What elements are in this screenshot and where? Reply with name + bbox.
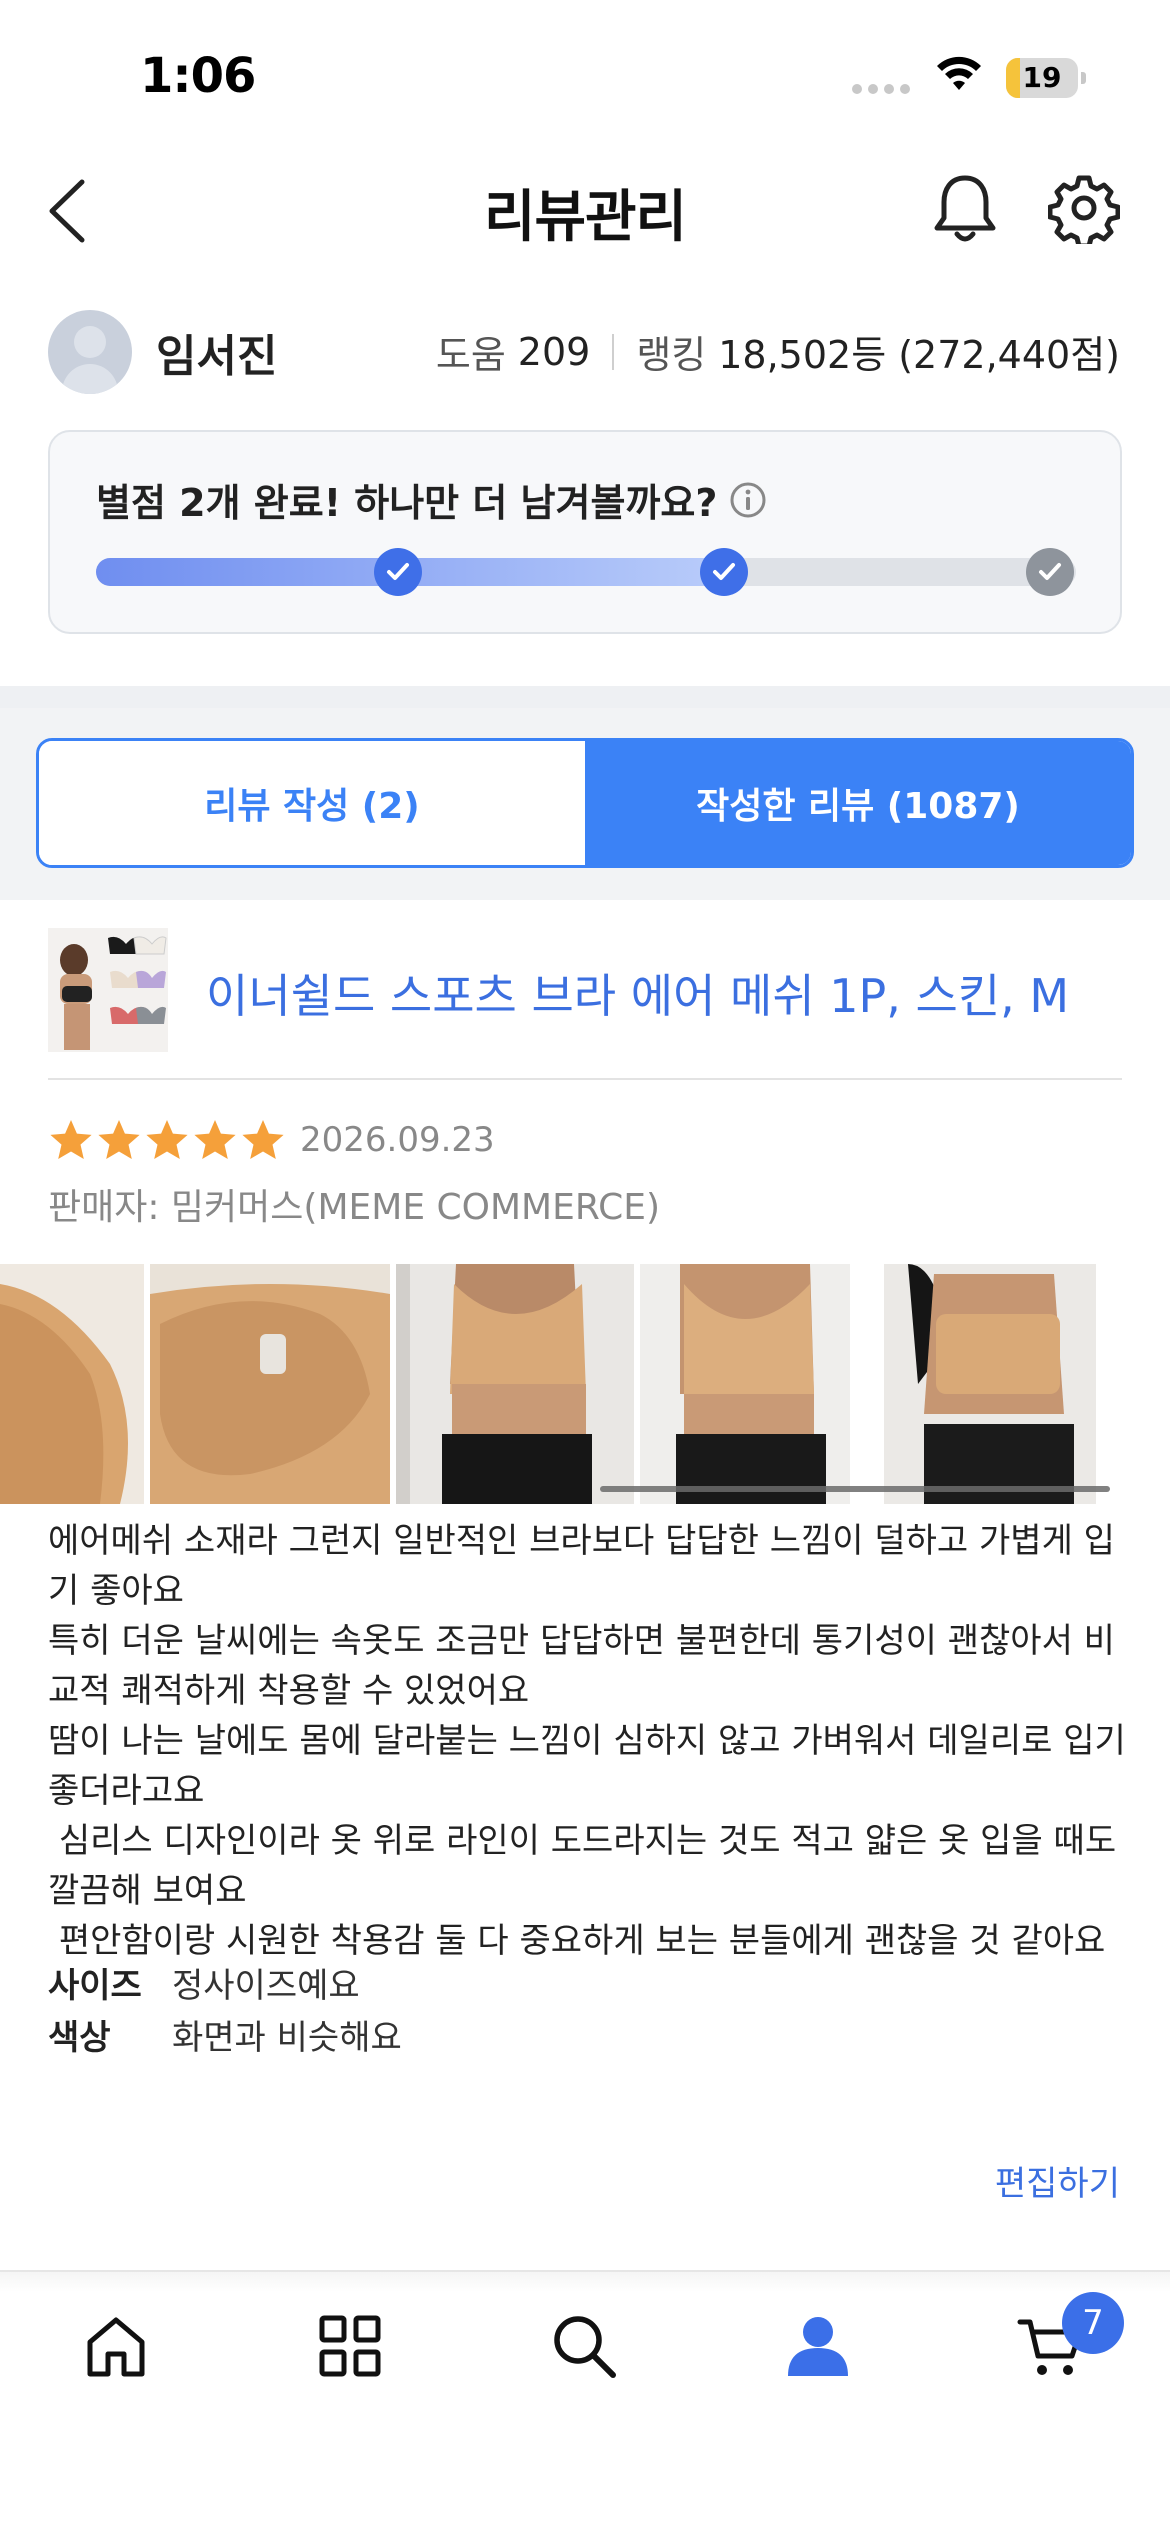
search-icon[interactable] [548,2310,620,2382]
product-thumbnail[interactable] [48,928,168,1052]
step-3-check-icon [1026,548,1074,596]
star-icon [194,1120,236,1159]
step-1-check-icon [374,548,422,596]
progress-message: 별점 2개 완료! 하나만 더 남겨볼까요? [96,481,718,525]
review-text: 에어메쉬 소재라 그런지 일반적인 브라보다 답답한 느낌이 덜하고 가볍게 입… [48,1521,1126,1961]
cart-count-badge: 7 [1062,2292,1124,2354]
attribute-key: 색상 [48,2018,111,2058]
home-icon[interactable] [80,2310,152,2382]
review-photo-1[interactable] [0,1264,144,1504]
review-photo-4[interactable] [640,1264,878,1504]
product-name[interactable]: 이너쉴드 스포츠 브라 에어 메쉬 1P, 스킨, M [206,960,1069,1026]
rating-progress-card: 별점 2개 완료! 하나만 더 남겨볼까요? [48,430,1122,634]
wifi-icon [937,56,981,90]
user-stats: 도움 209 랭킹 18,502등 (272,440점) [436,324,1120,379]
review-attributes: 사이즈 정사이즈예요 색상 화면과 비슷해요 [48,1960,402,2064]
progress-bar [96,548,1076,596]
attribute-key: 사이즈 [48,1966,142,2006]
nav-header: 리뷰관리 [0,140,1170,270]
avatar [48,310,132,394]
photo-scroll-indicator [600,1486,1110,1492]
product-info[interactable]: 이너쉴드 스포츠 브라 에어 메쉬 1P, 스킨, M [0,920,1170,1062]
step-2-check-icon [700,548,748,596]
attribute-value: 화면과 비슷해요 [172,2018,402,2058]
tab-write-review[interactable]: 리뷰 작성 (2) [39,741,585,865]
battery-level: 19 [1022,61,1062,94]
review-photo-2[interactable] [150,1264,390,1504]
review-date: 2026.09.23 [300,1120,495,1160]
user-name: 임서진 [156,331,278,382]
star-icon [98,1120,140,1159]
status-bar: 1:06 19 [0,0,1170,140]
gear-icon[interactable] [1048,172,1120,244]
attribute-row: 사이즈 정사이즈예요 [48,1960,402,2012]
attribute-row: 색상 화면과 비슷해요 [48,2012,402,2064]
tabbar-shadow [0,2272,1170,2292]
stat-divider [612,333,615,370]
review-photos[interactable] [0,1264,1170,1504]
info-icon[interactable] [729,481,767,519]
seller-name: 판매자: 밈커머스(MEME COMMERCE) [48,1187,661,1228]
section-divider-strip [0,686,1170,708]
star-icon [146,1120,188,1159]
profile-summary: 임서진 도움 209 랭킹 18,502등 (272,440점) [0,300,1170,400]
review-photo-5[interactable] [884,1264,1122,1504]
rating-row: 2026.09.23 [48,1110,495,1170]
review-tabs: 리뷰 작성 (2) 작성한 리뷰 (1087) [36,738,1134,868]
categories-icon[interactable] [314,2310,386,2382]
star-rating [48,1117,286,1163]
edit-review-link[interactable]: 편집하기 [995,2156,1120,2205]
star-icon [242,1120,284,1159]
my-page-icon[interactable] [782,2310,854,2382]
help-count: 209 [517,329,591,374]
status-time: 1:06 [140,48,256,104]
battery-icon: 19 [1006,58,1086,98]
divider [48,1078,1122,1080]
tab-written-reviews[interactable]: 작성한 리뷰 (1087) [585,741,1131,865]
ranking-value: 18,502등 (272,440점) [718,333,1120,377]
attribute-value: 정사이즈예요 [172,1966,360,2006]
review-photo-3[interactable] [396,1264,634,1504]
help-label: 도움 [435,333,506,377]
cellular-signal-icon [852,84,910,94]
star-icon [50,1120,92,1159]
progress-title: 별점 2개 완료! 하나만 더 남겨볼까요? [96,472,767,527]
ranking-label: 랭킹 [636,333,707,377]
bell-icon[interactable] [930,170,1000,246]
